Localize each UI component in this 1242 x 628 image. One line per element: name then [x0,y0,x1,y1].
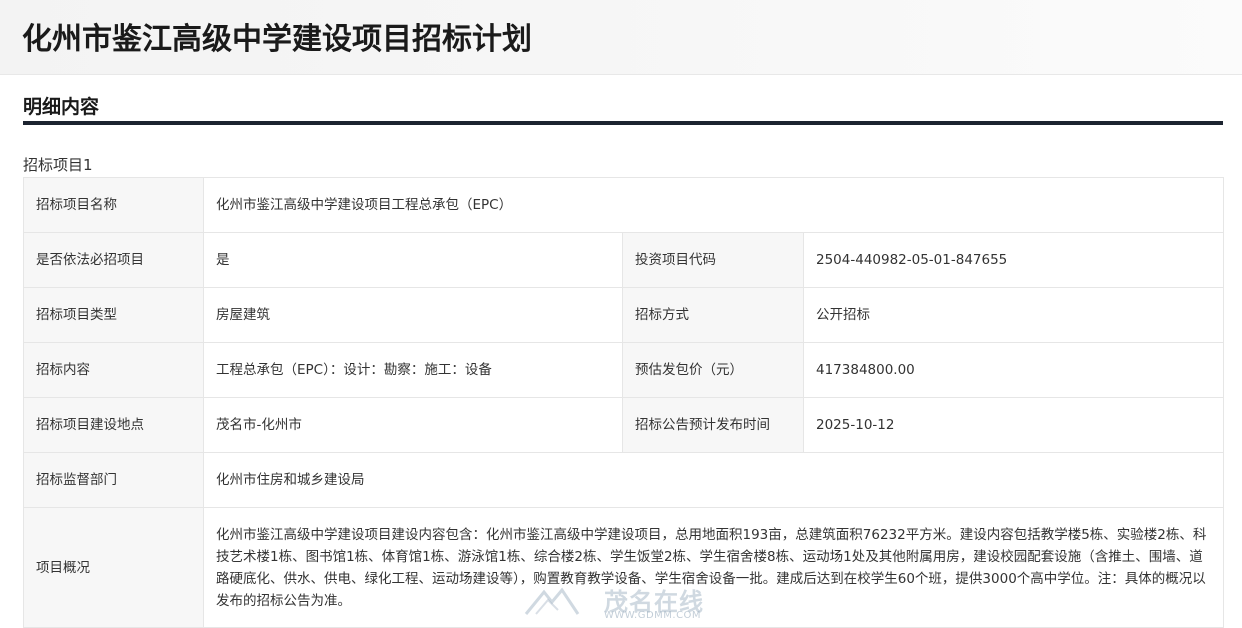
project-name-value: 化州市鉴江高级中学建设项目工程总承包（EPC） [202,177,1225,233]
table-row: 招标项目建设地点 茂名市-化州市 招标公告预计发布时间 2025-10-12 [23,397,1225,453]
overview-value: 化州市鉴江高级中学建设项目建设内容包含：化州市鉴江高级中学建设项目，总用地面积1… [202,507,1225,628]
location-value: 茂名市-化州市 [203,397,623,453]
table-row: 招标项目类型 房屋建筑 招标方式 公开招标 [23,287,1225,343]
bid-content-label: 招标内容 [23,342,204,398]
project-type-value: 房屋建筑 [203,287,623,343]
publish-time-label: 招标公告预计发布时间 [622,397,804,453]
bid-detail-table: 招标项目名称 化州市鉴江高级中学建设项目工程总承包（EPC） 是否依法必招项目 … [23,177,1225,628]
table-row: 招标内容 工程总承包（EPC）：设计：勘察：施工：设备 预估发包价（元） 417… [23,342,1225,398]
invest-code-value: 2504-440982-05-01-847655 [802,232,1225,288]
bid-content-value: 工程总承包（EPC）：设计：勘察：施工：设备 [203,342,623,398]
table-row: 项目概况 化州市鉴江高级中学建设项目建设内容包含：化州市鉴江高级中学建设项目，总… [23,507,1225,628]
bid-method-label: 招标方式 [622,287,804,343]
section-title: 明细内容 [23,96,100,118]
est-price-label: 预估发包价（元） [622,342,804,398]
invest-code-label: 投资项目代码 [622,232,804,288]
table-row: 招标项目名称 化州市鉴江高级中学建设项目工程总承包（EPC） [23,177,1225,233]
bid-method-value: 公开招标 [802,287,1225,343]
project-type-label: 招标项目类型 [23,287,204,343]
supervisor-label: 招标监督部门 [23,452,204,508]
table-row: 招标监督部门 化州市住房和城乡建设局 [23,452,1225,508]
supervisor-value: 化州市住房和城乡建设局 [202,452,1225,508]
section-divider [23,121,1223,125]
overview-label: 项目概况 [23,507,204,628]
must-bid-value: 是 [203,232,623,288]
page-title: 化州市鉴江高级中学建设项目招标计划 [22,22,532,57]
bid-item-title: 招标项目1 [23,156,93,174]
project-name-label: 招标项目名称 [23,177,204,233]
must-bid-label: 是否依法必招项目 [23,232,204,288]
table-row: 是否依法必招项目 是 投资项目代码 2504-440982-05-01-8476… [23,232,1225,288]
est-price-value: 417384800.00 [802,342,1225,398]
page-header: 化州市鉴江高级中学建设项目招标计划 [0,0,1242,75]
publish-time-value: 2025-10-12 [802,397,1225,453]
location-label: 招标项目建设地点 [23,397,204,453]
